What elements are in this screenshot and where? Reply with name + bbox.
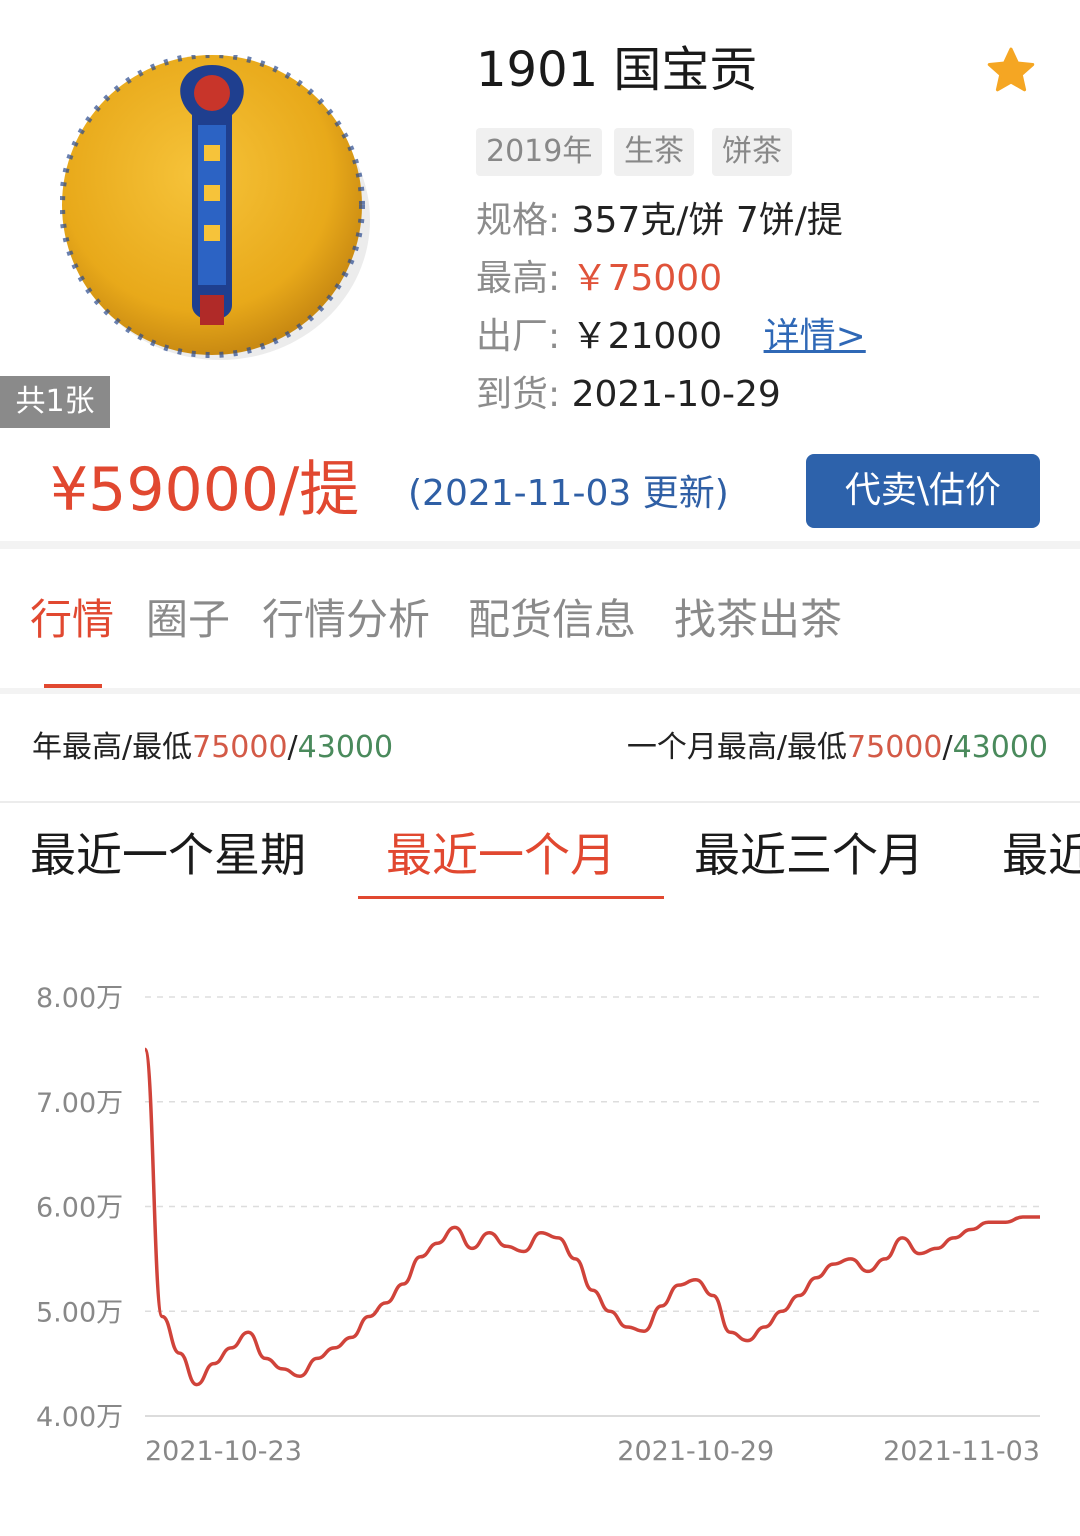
tab-bar-divider [0, 688, 1080, 694]
year-high: 75000 [192, 730, 288, 765]
month-range: 一个月最高/最低75000/43000 [627, 726, 1048, 770]
current-price: ¥59000/提 [50, 455, 360, 525]
arrival-value: 2021-10-29 [571, 374, 781, 415]
series-line [143, 1047, 1040, 1387]
month-range-sep: / [942, 730, 953, 765]
highest-label: 最高: [476, 258, 561, 299]
product-title: 1901 国宝贡 [476, 42, 758, 98]
factory-value: ￥21000 [571, 316, 723, 357]
x-tick-label: 2021-10-29 [617, 1436, 774, 1467]
y-tick-label: 8.00万 [36, 983, 123, 1014]
highest-value: ￥75000 [571, 258, 723, 299]
tab-market-analysis[interactable]: 行情分析 [262, 588, 430, 652]
photo-count-badge: 共1张 [0, 376, 110, 428]
section-divider [0, 541, 1080, 549]
arrival-label: 到货: [476, 374, 561, 415]
x-tick-label: 2021-11-03 [883, 1436, 1040, 1467]
tab-allocation-info[interactable]: 配货信息 [468, 588, 636, 652]
x-tick-label: 2021-10-23 [145, 1436, 302, 1467]
period-tab-week[interactable]: 最近一个星期 [30, 822, 306, 888]
month-range-label: 一个月最高/最低 [626, 730, 848, 765]
year-low: 43000 [297, 730, 394, 765]
tab-circle[interactable]: 圈子 [146, 588, 230, 652]
spec-label: 规格: [476, 200, 561, 241]
y-tick-label: 7.00万 [36, 1088, 123, 1119]
detail-link[interactable]: 详情> [764, 316, 866, 357]
y-tick-label: 6.00万 [36, 1193, 123, 1224]
period-tab-more[interactable]: 最近 [1002, 822, 1080, 888]
period-tab-month[interactable]: 最近一个月 [386, 822, 616, 888]
tag-tea-type: 生茶 [614, 128, 694, 176]
tab-find-tea[interactable]: 找茶出茶 [674, 588, 842, 652]
factory-label: 出厂: [476, 316, 561, 357]
y-tick-label: 4.00万 [36, 1402, 123, 1433]
favorite-star-icon[interactable] [986, 46, 1036, 96]
spec-row: 规格: 357克/饼 7饼/提 [476, 196, 843, 246]
spec-value: 357克/饼 7饼/提 [571, 200, 843, 241]
month-high: 75000 [847, 730, 943, 765]
update-time: (2021-11-03 更新) [408, 473, 729, 514]
highest-price-row: 最高: ￥75000 [476, 254, 722, 304]
arrival-row: 到货: 2021-10-29 [476, 370, 781, 420]
period-tab-three-months[interactable]: 最近三个月 [694, 822, 924, 888]
tab-market[interactable]: 行情 [30, 588, 114, 652]
year-range-label: 年最高/最低 [32, 730, 193, 765]
active-period-indicator [358, 896, 664, 899]
year-range-sep: / [287, 730, 298, 765]
tag-tea-form: 饼茶 [712, 128, 792, 176]
factory-price-row: 出厂: ￥21000 详情> [476, 312, 866, 362]
consign-appraise-button[interactable]: 代卖\估价 [806, 454, 1040, 528]
month-low: 43000 [952, 730, 1048, 765]
year-range: 年最高/最低75000/43000 [32, 726, 393, 770]
product-image[interactable] [60, 55, 372, 367]
price-line-chart: 8.00万 7.00万 6.00万 5.00万 4.00万 2021-10-23 2021-… [36, 983, 1040, 1467]
y-tick-label: 5.00万 [36, 1297, 123, 1328]
tag-year: 2019年 [476, 128, 603, 176]
range-divider [0, 801, 1080, 803]
